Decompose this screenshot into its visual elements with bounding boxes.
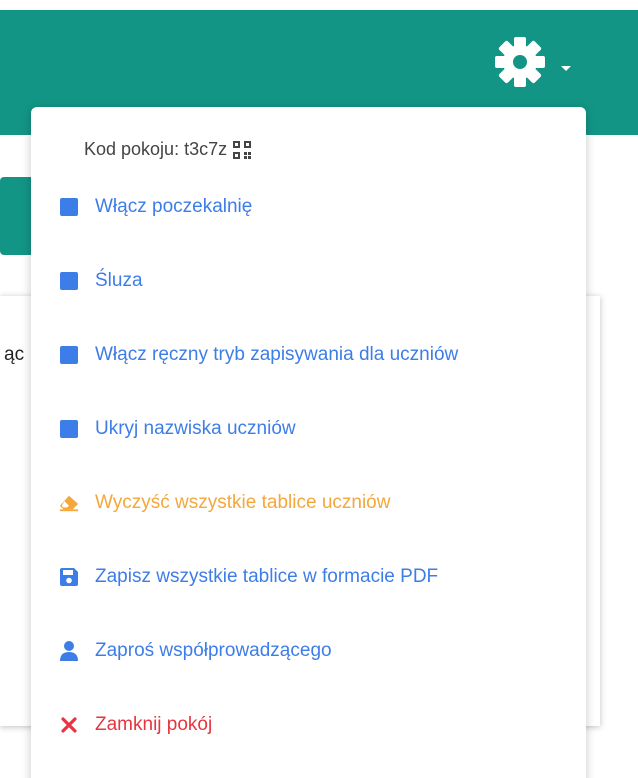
user-icon xyxy=(59,641,79,661)
menu-item-invite-cohost[interactable]: Zaproś współprowadzącego xyxy=(59,640,332,662)
close-icon xyxy=(59,715,79,735)
menu-item-label: Śluza xyxy=(95,270,143,291)
qr-code-icon[interactable] xyxy=(233,140,252,159)
menu-item-manual-save-mode[interactable]: Włącz ręczny tryb zapisywania dla ucznió… xyxy=(59,344,458,366)
menu-item-label: Zapisz wszystkie tablice w formacie PDF xyxy=(95,566,439,587)
app-stage: ąc Kod pokoju: t3c7z Włącz poczekalnię Ś… xyxy=(0,0,638,778)
menu-item-label: Ukryj nazwiska uczniów xyxy=(95,418,296,439)
settings-menu-button[interactable] xyxy=(492,30,582,90)
gear-icon xyxy=(495,37,545,87)
menu-item-label: Włącz poczekalnię xyxy=(95,196,253,217)
menu-item-label: Zaproś współprowadzącego xyxy=(95,640,332,661)
menu-item-label: Włącz ręczny tryb zapisywania dla ucznió… xyxy=(95,344,459,365)
save-icon xyxy=(59,567,79,587)
menu-item-close-room[interactable]: Zamknij pokój xyxy=(59,714,212,736)
menu-item-save-pdf[interactable]: Zapisz wszystkie tablice w formacie PDF xyxy=(59,566,438,588)
checkbox-icon xyxy=(59,271,79,291)
menu-item-hide-names[interactable]: Ukryj nazwiska uczniów xyxy=(59,418,296,440)
menu-item-clear-boards[interactable]: Wyczyść wszystkie tablice uczniów xyxy=(59,492,390,514)
room-code-label: Kod pokoju: t3c7z xyxy=(84,139,228,159)
checkbox-icon xyxy=(59,419,79,439)
eraser-icon xyxy=(59,493,79,513)
checkbox-icon xyxy=(59,197,79,217)
background-partial-text: ąc xyxy=(4,344,25,365)
room-code: Kod pokoju: t3c7z xyxy=(84,139,252,160)
checkbox-icon xyxy=(59,345,79,365)
menu-item-label: Zamknij pokój xyxy=(95,714,213,735)
chevron-down-icon xyxy=(561,66,571,71)
menu-item-waiting-room[interactable]: Włącz poczekalnię xyxy=(59,196,252,218)
menu-item-label: Wyczyść wszystkie tablice uczniów xyxy=(95,492,391,513)
menu-item-airlock[interactable]: Śluza xyxy=(59,270,143,292)
